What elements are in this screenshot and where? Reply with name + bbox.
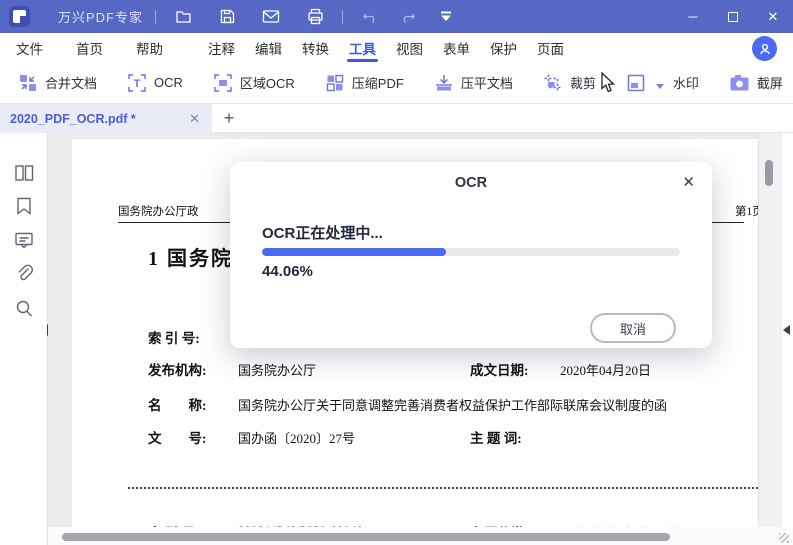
window-resize-grip[interactable] — [779, 533, 789, 543]
doc-field-label: 成文日期: — [470, 363, 529, 378]
area-ocr-button[interactable]: 区域OCR — [213, 73, 295, 93]
print-icon[interactable] — [300, 0, 330, 33]
doc-field-value: 国办函〔2020〕27号 — [238, 431, 356, 446]
menu-home[interactable]: 首页 — [66, 33, 113, 62]
progress-bar-track — [262, 248, 680, 256]
tools-toolbar: 合并文档 T OCR 区域OCR 压缩PDF 压平文档 裁剪 水印 截屏 更多 … — [0, 62, 793, 104]
dialog-close-icon[interactable]: ✕ — [682, 173, 695, 191]
progress-bar-fill — [262, 248, 447, 256]
ocr-status-text: OCR正在处理中... — [262, 225, 383, 242]
user-icon — [759, 43, 770, 54]
crop-icon — [544, 74, 562, 91]
ocr-button[interactable]: T OCR — [127, 73, 183, 93]
left-panel-sidebar — [0, 133, 48, 545]
flatten-pdf-button[interactable]: 压平文档 — [434, 73, 513, 93]
doc-field-label: 文 号: — [148, 431, 207, 446]
app-logo — [9, 6, 30, 27]
area-ocr-icon — [214, 73, 232, 92]
watermark-button[interactable]: 水印 — [626, 73, 699, 93]
bookmark-icon[interactable] — [14, 196, 34, 221]
tab-active-document[interactable]: 2020_PDF_OCR.pdf * ✕ — [0, 104, 212, 133]
open-folder-icon[interactable] — [168, 0, 198, 33]
menu-file[interactable]: 文件 — [6, 33, 53, 62]
maximize-button[interactable] — [713, 0, 753, 33]
camera-icon — [730, 74, 749, 90]
thumbnails-icon[interactable] — [14, 163, 34, 188]
cancel-button[interactable]: 取消 — [590, 313, 676, 343]
new-tab-button[interactable]: + — [212, 104, 246, 132]
menu-form[interactable]: 表单 — [433, 33, 480, 62]
search-icon[interactable] — [14, 298, 34, 323]
tab-title: 2020_PDF_OCR.pdf * — [10, 111, 136, 126]
svg-text:T: T — [134, 78, 141, 90]
menu-tools[interactable]: 工具 — [339, 33, 386, 62]
email-icon[interactable] — [256, 0, 286, 33]
right-panel-expand-handle[interactable] — [783, 325, 790, 335]
crop-button[interactable]: 裁剪 — [543, 73, 596, 93]
dialog-title: OCR — [454, 175, 488, 191]
menu-convert[interactable]: 转换 — [292, 33, 339, 62]
app-title: 万兴PDF专家 — [58, 10, 144, 25]
close-button[interactable]: ✕ — [753, 0, 793, 33]
progress-percentage: 44.06% — [262, 263, 313, 280]
compress-pdf-button[interactable]: 压缩PDF — [325, 73, 404, 93]
account-avatar[interactable] — [752, 36, 777, 61]
chevron-down-icon[interactable] — [655, 84, 664, 89]
doc-field-label: 索 引 号: — [148, 331, 200, 346]
menu-comment[interactable]: 注释 — [198, 33, 245, 62]
doc-heading: 1 国务院 — [148, 248, 233, 270]
undo-icon[interactable] — [355, 0, 385, 33]
doc-header-left: 国务院办公厅政 — [118, 206, 199, 218]
vertical-scrollbar-thumb[interactable] — [765, 160, 773, 186]
doc-field-value: 国务院办公厅 — [238, 363, 317, 378]
attachment-icon[interactable] — [14, 263, 34, 288]
menu-protect[interactable]: 保护 — [480, 33, 527, 62]
menu-bar: 文件 首页 帮助 注释 编辑 转换 工具 视图 表单 保护 页面 — [0, 33, 793, 62]
comment-icon[interactable] — [14, 230, 34, 255]
watermark-icon — [627, 74, 645, 91]
merge-icon — [20, 74, 36, 91]
maximize-icon — [728, 11, 738, 22]
vertical-scrollbar[interactable] — [758, 133, 782, 545]
compress-icon — [326, 74, 343, 91]
toolbar-customize-icon[interactable] — [431, 0, 461, 33]
tab-close-icon[interactable]: ✕ — [187, 111, 202, 127]
doc-field-label: 主 题 词: — [470, 431, 522, 446]
doc-field-value: 国务院办公厅关于同意调整完善消费者权益保护工作部际联席会议制度的函 — [238, 398, 668, 413]
menu-help[interactable]: 帮助 — [126, 33, 173, 62]
horizontal-scrollbar-thumb[interactable] — [62, 533, 670, 541]
flatten-icon — [435, 74, 452, 90]
merge-documents-button[interactable]: 合并文档 — [18, 73, 97, 93]
menu-page[interactable]: 页面 — [527, 33, 574, 62]
ocr-progress-dialog: OCR ✕ OCR正在处理中... 44.06% 取消 — [230, 162, 712, 348]
doc-field-label: 发布机构: — [148, 363, 207, 378]
mouse-cursor — [600, 71, 617, 99]
menu-edit[interactable]: 编辑 — [245, 33, 292, 62]
doc-field-label: 名 称: — [148, 398, 207, 413]
title-bar: 万兴PDF专家 ─ ✕ — [0, 0, 793, 33]
doc-page-number: 第1页 — [735, 206, 758, 218]
doc-field-value: 2020年04月20日 — [560, 363, 652, 378]
doc-dotted-divider — [128, 487, 758, 489]
screenshot-button[interactable]: 截屏 — [729, 73, 783, 92]
divider — [155, 9, 157, 24]
document-tab-bar: 2020_PDF_OCR.pdf * ✕ + — [0, 104, 793, 133]
menu-view[interactable]: 视图 — [386, 33, 433, 62]
divider — [342, 9, 344, 24]
minimize-button[interactable]: ─ — [673, 0, 713, 33]
ocr-icon: T — [128, 73, 146, 92]
save-icon[interactable] — [212, 0, 242, 33]
redo-icon[interactable] — [393, 0, 423, 33]
